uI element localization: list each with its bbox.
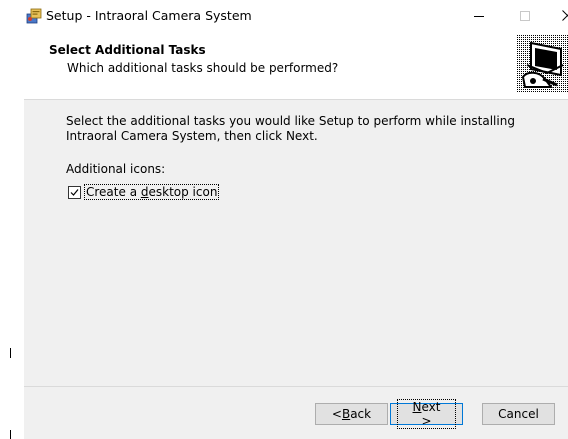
maximize-button[interactable] bbox=[502, 0, 548, 31]
maximize-icon bbox=[520, 10, 530, 21]
task-create-desktop-icon[interactable]: Create a desktop icon bbox=[68, 184, 220, 200]
next-button[interactable]: Next > bbox=[390, 399, 463, 429]
window-title: Setup - Intraoral Camera System bbox=[46, 8, 252, 23]
button-text: < bbox=[331, 407, 342, 421]
additional-icons-label: Additional icons: bbox=[66, 162, 166, 176]
focus-ring: Next > bbox=[397, 399, 456, 429]
checkmark-icon bbox=[70, 188, 79, 196]
close-button[interactable] bbox=[544, 0, 568, 31]
button-accelerator: N bbox=[412, 400, 422, 414]
setup-window: Setup - Intraoral Camera System Select A… bbox=[0, 0, 568, 439]
close-icon bbox=[561, 10, 568, 21]
strip-mark bbox=[10, 348, 11, 358]
computer-install-icon bbox=[517, 35, 568, 93]
button-text: ack bbox=[350, 407, 372, 421]
desktop-icon-label[interactable]: Create a desktop icon bbox=[84, 184, 220, 200]
label-text: Create a bbox=[86, 185, 141, 199]
setup-app-icon bbox=[26, 8, 42, 24]
background-strip bbox=[0, 0, 24, 439]
desktop-icon-checkbox[interactable] bbox=[68, 185, 81, 199]
instructions-text: Select the additional tasks you would li… bbox=[66, 114, 515, 143]
wizard-header: Select Additional Tasks Which additional… bbox=[24, 33, 568, 100]
footer-divider bbox=[24, 386, 568, 387]
title-bar[interactable]: Setup - Intraoral Camera System bbox=[24, 0, 568, 33]
minimize-button[interactable] bbox=[456, 0, 502, 31]
page-title: Select Additional Tasks bbox=[49, 43, 206, 57]
back-button[interactable]: < Back bbox=[315, 403, 388, 425]
page-subtitle: Which additional tasks should be perform… bbox=[67, 61, 339, 75]
label-text: esktop icon bbox=[148, 185, 218, 199]
strip-mark bbox=[10, 430, 11, 439]
cancel-button[interactable]: Cancel bbox=[482, 403, 555, 425]
minimize-icon bbox=[474, 15, 484, 17]
button-accelerator: B bbox=[341, 407, 351, 421]
button-text: ext > bbox=[421, 400, 441, 428]
